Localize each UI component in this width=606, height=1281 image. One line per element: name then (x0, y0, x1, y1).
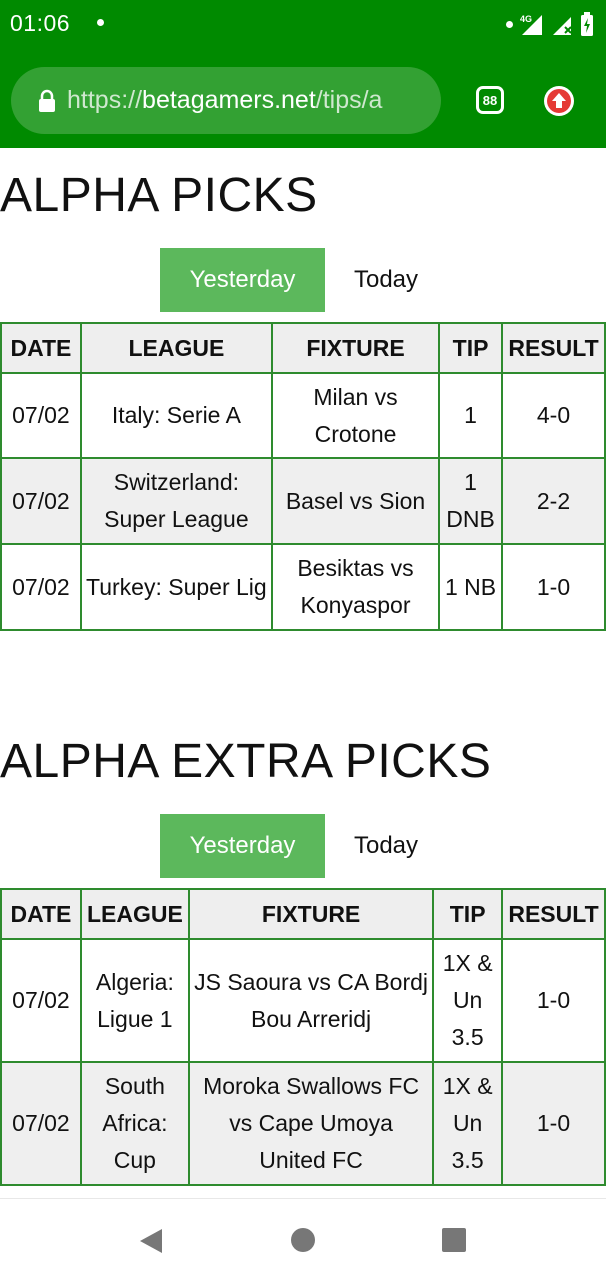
cell-date: 07/02 (0, 372, 82, 459)
notification-dot-icon (97, 19, 104, 26)
table-row: 07/02 Italy: Serie A Milan vs Crotone 1 … (0, 372, 606, 459)
cell-fixture: JS Saoura vs CA Bordj Bou Arreridj (187, 938, 435, 1063)
column-header: FIXTURE (270, 322, 441, 374)
cell-date: 07/02 (0, 1061, 82, 1186)
tab-yesterday[interactable]: Yesterday (160, 248, 325, 312)
update-arrow-icon (547, 89, 571, 113)
column-header: RESULT (501, 322, 606, 374)
address-bar[interactable]: https://betagamers.net/tips/a (11, 67, 441, 134)
cell-tip: 1 DNB (438, 457, 504, 545)
column-header: RESULT (501, 888, 606, 940)
cell-league: Italy: Serie A (79, 372, 273, 459)
cell-fixture: Moroka Swallows FC vs Cape Umoya United … (187, 1061, 435, 1186)
cell-tip: 1 (438, 372, 504, 459)
column-header: TIP (432, 888, 503, 940)
cell-result: 1-0 (501, 938, 606, 1063)
battery-icon (581, 12, 593, 36)
tab-switcher-button[interactable]: 88 (476, 86, 504, 114)
cell-fixture: Milan vs Crotone (270, 372, 441, 459)
browser-toolbar: https://betagamers.net/tips/a 88 (0, 50, 606, 148)
cell-date: 07/02 (0, 938, 82, 1063)
table-header-row: DATE LEAGUE FIXTURE TIP RESULT (0, 322, 606, 374)
recents-icon[interactable] (442, 1228, 466, 1252)
table-row: 07/02 Switzerland: Super League Basel vs… (0, 457, 606, 545)
section-title-alpha-picks: ALPHA PICKS (0, 169, 318, 222)
cell-league: Switzerland: Super League (79, 457, 273, 545)
column-header: DATE (0, 322, 82, 374)
column-header: TIP (438, 322, 504, 374)
table-row: 07/02 Algeria: Ligue 1 JS Saoura vs CA B… (0, 938, 606, 1063)
day-tabs: Yesterday Today (160, 814, 447, 878)
tab-today[interactable]: Today (325, 814, 447, 878)
tab-yesterday[interactable]: Yesterday (160, 814, 325, 878)
svg-text:4G: 4G (520, 14, 532, 24)
table-row: 07/02 Turkey: Super Lig Besiktas vs Kony… (0, 543, 606, 631)
column-header: FIXTURE (187, 888, 435, 940)
cell-league: Algeria: Ligue 1 (79, 938, 190, 1063)
day-tabs: Yesterday Today (160, 248, 447, 312)
status-icons: 4G (506, 12, 594, 36)
status-bar: 01:06 4G (0, 0, 606, 50)
cell-tip: 1 NB (438, 543, 504, 631)
home-icon[interactable] (291, 1228, 315, 1252)
column-header: DATE (0, 888, 82, 940)
cell-date: 07/02 (0, 543, 82, 631)
section-title-alpha-extra-picks: ALPHA EXTRA PICKS (0, 735, 492, 788)
cell-tip: 1X & Un 3.5 (432, 938, 503, 1063)
lock-icon (39, 89, 55, 112)
status-time: 01:06 (10, 10, 71, 36)
cell-date: 07/02 (0, 457, 82, 545)
cell-league: Turkey: Super Lig (79, 543, 273, 631)
column-header: LEAGUE (79, 888, 190, 940)
url-host: betagamers.net (142, 86, 316, 114)
cell-fixture: Basel vs Sion (270, 457, 441, 545)
tab-today[interactable]: Today (325, 248, 447, 312)
tab-count: 88 (482, 92, 498, 108)
update-button[interactable] (544, 86, 574, 116)
cell-result: 1-0 (501, 543, 606, 631)
signal-x-icon (553, 17, 572, 35)
cell-result: 2-2 (501, 457, 606, 545)
url-text: https://betagamers.net/tips/a (67, 86, 382, 115)
table-header-row: DATE LEAGUE FIXTURE TIP RESULT (0, 888, 606, 940)
cell-fixture: Besiktas vs Konyaspor (270, 543, 441, 631)
notification-dot-icon (506, 20, 513, 28)
cell-league: South Africa: Cup (79, 1061, 190, 1186)
cell-tip: 1X & Un 3.5 (432, 1061, 503, 1186)
cell-result: 1-0 (501, 1061, 606, 1186)
picks-table: DATE LEAGUE FIXTURE TIP RESULT 07/02 Ita… (0, 322, 606, 631)
signal-4g-icon: 4G (520, 14, 542, 35)
url-scheme: https:// (67, 86, 143, 114)
table-row: 07/02 South Africa: Cup Moroka Swallows … (0, 1061, 606, 1186)
cell-result: 4-0 (501, 372, 606, 459)
navigation-bar (0, 1198, 606, 1281)
url-path: /tips/a (315, 86, 383, 114)
extra-picks-table: DATE LEAGUE FIXTURE TIP RESULT 07/02 Alg… (0, 888, 606, 1186)
column-header: LEAGUE (79, 322, 273, 374)
back-icon[interactable] (138, 1227, 164, 1255)
